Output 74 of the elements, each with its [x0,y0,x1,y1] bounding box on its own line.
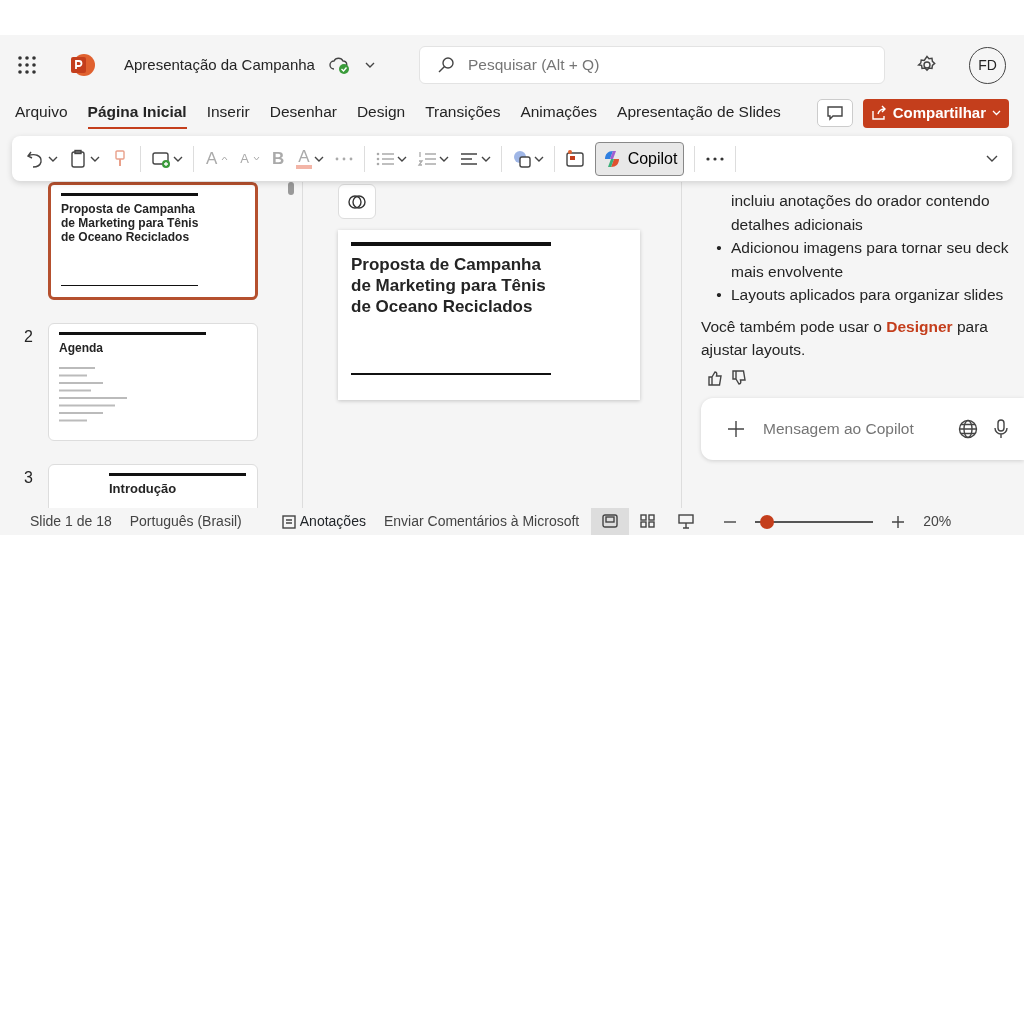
search-field[interactable]: Pesquisar (Alt + Q) [465,52,866,78]
caret-up-icon [221,156,229,161]
grid-view-icon [640,514,657,529]
scrollbar-thumb[interactable] [288,182,294,195]
copilot-message: Você também pode usar o Designer para ajustar layouts. [701,316,989,360]
chevron-down-icon[interactable] [48,155,58,162]
zoom-slider-thumb[interactable] [760,514,775,529]
ribbon-tab[interactable]: Página Inicial [87,97,187,129]
bullet-text: Layouts aplicados para organizar slides [731,285,1004,305]
chevron-down-icon[interactable] [173,155,183,162]
search-bar[interactable]: Pesquisar (Alt + Q) [418,46,885,84]
expand-ribbon-icon[interactable] [986,154,998,163]
search-icon [437,57,454,73]
ribbon-tab[interactable]: Desenhar [269,97,337,129]
ribbon-tab[interactable]: Animações [520,97,598,129]
ribbon-tab[interactable]: Transições [425,97,501,129]
ribbon-tab[interactable]: Inserir [206,97,250,129]
zoom-level[interactable]: 20% [923,511,952,532]
clipboard-icon[interactable] [68,148,88,169]
ribbon-tab[interactable]: Design [356,97,406,129]
chevron-down-icon[interactable] [313,155,324,162]
presenter-view-icon [678,514,695,529]
notes-icon [281,514,296,529]
chevron-down-icon[interactable] [438,155,449,162]
notes-button[interactable]: Anotações [281,511,366,532]
app-launcher-icon[interactable] [18,56,36,74]
slide-thumbnail[interactable]: Agenda [48,323,258,441]
bullet-text: Adicionou imagens para tornar seu deck mais envolvente [731,238,1010,282]
slide-title: Proposta de Campanha de Marketing para Tênis de Oceano Reciclados [61,202,200,244]
chevron-down-icon[interactable] [90,155,100,162]
slide-thumbnail[interactable]: Introdução [48,464,258,508]
designer-icon[interactable] [564,148,585,169]
feedback-link[interactable]: Enviar Comentários à Microsoft [383,511,580,532]
copilot-icon [347,192,367,211]
bullet-marker: • [715,238,723,258]
normal-view-icon [602,514,619,529]
globe-icon[interactable] [958,418,978,439]
ribbon-tab[interactable]: Apresentação de Slides [617,97,781,129]
message-box[interactable]: Mensagem ao Copilot [701,397,1024,460]
app-logo-icon [70,53,96,77]
share-icon [870,105,887,121]
cloud-check-icon[interactable] [328,55,351,75]
thumbs-up-icon[interactable] [707,369,723,386]
slide-title: Proposta de Campanha de Marketing para Tênis de Oceano Reciclados [351,254,547,317]
thumbs-down-icon[interactable] [731,369,747,386]
slide-thumbnail[interactable]: Proposta de Campanha de Marketing para Tênis de Oceano Reciclados [48,182,258,300]
designer-link[interactable]: Designer [886,317,953,335]
caret-down-icon [253,156,260,161]
slide-title: Agenda [59,341,104,355]
chevron-down-icon[interactable] [396,155,407,162]
plus-icon[interactable] [727,419,745,438]
view-button[interactable] [591,508,630,535]
ribbon-tab[interactable]: Arquivo [15,97,68,129]
slide-number: 3 [24,468,34,488]
message-field[interactable]: Mensagem ao Copilot [761,415,942,442]
copilot-button[interactable] [338,184,376,219]
comment-icon [825,105,844,121]
chevron-down-icon[interactable] [480,155,491,162]
comments-button[interactable] [816,99,853,127]
chevron-down-icon[interactable] [533,155,544,162]
slide-number: 2 [24,327,34,347]
microphone-icon[interactable] [994,418,1008,439]
zoom-in-icon[interactable] [891,514,906,529]
chevron-down-icon[interactable] [364,62,375,68]
share-button[interactable]: Compartilhar [862,98,1009,128]
slide-title: Introdução [109,482,178,496]
shapes-icon[interactable] [511,148,532,169]
language-indicator[interactable]: Português (Brasil) [129,511,242,532]
copilot-button[interactable]: Copilot [594,141,685,176]
document-title: Apresentação da Campanha [124,54,315,75]
chevron-down-icon [992,110,1001,116]
slide-counter: Slide 1 de 18 [30,512,112,531]
bullet-text: incluiu anotações do orador contendo detalhes adicionais [731,191,991,235]
bullet-marker: • [715,285,723,305]
